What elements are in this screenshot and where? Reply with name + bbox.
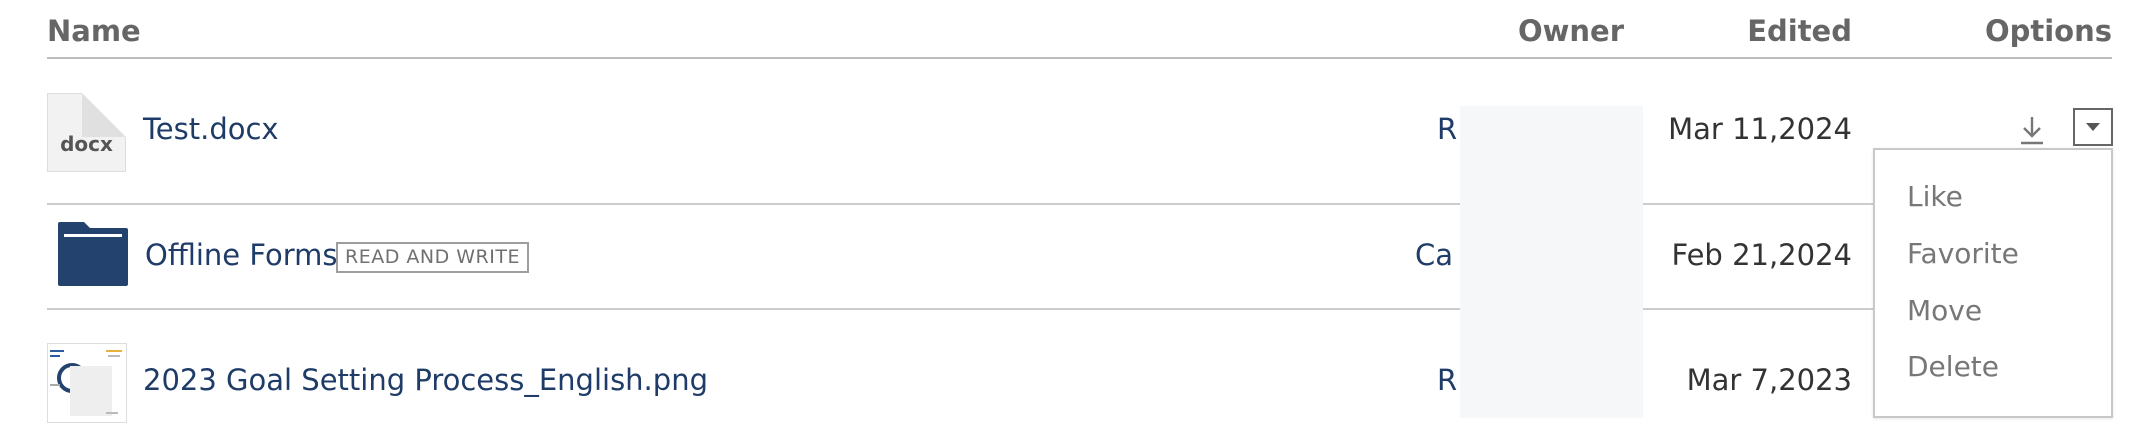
menu-item-delete[interactable]: Delete (1907, 350, 1999, 383)
document-icon[interactable]: docx (47, 93, 126, 172)
row-divider (47, 203, 2112, 205)
download-icon (2021, 117, 2043, 145)
download-button[interactable] (2017, 114, 2047, 146)
column-header-edited[interactable]: Edited (1700, 14, 1852, 48)
owner-link[interactable]: Ca (1415, 238, 1453, 272)
permission-badge: READ AND WRITE (336, 242, 529, 273)
column-header-name[interactable]: Name (47, 14, 141, 48)
menu-item-favorite[interactable]: Favorite (1907, 237, 2019, 270)
edited-date: Feb 21,2024 (1671, 238, 1853, 272)
column-header-owner[interactable]: Owner (1480, 14, 1624, 48)
folder-icon[interactable] (56, 220, 130, 288)
file-extension-label: docx (60, 132, 113, 156)
owner-link[interactable]: R (1437, 363, 1457, 397)
caret-down-icon (2086, 123, 2100, 131)
options-menu: Like Favorite Move Delete (1873, 148, 2113, 418)
row-divider (47, 308, 2112, 310)
file-name-link[interactable]: Test.docx (143, 112, 279, 146)
header-divider (47, 57, 2112, 59)
edited-date: Mar 11,2024 (1668, 112, 1852, 146)
owner-link[interactable]: R (1437, 112, 1457, 146)
page-fold (82, 93, 126, 137)
menu-item-move[interactable]: Move (1907, 294, 1982, 327)
column-header-options: Options (1984, 14, 2112, 48)
menu-item-like[interactable]: Like (1907, 180, 1963, 213)
image-preview-icon (50, 350, 122, 416)
image-thumbnail[interactable] (47, 343, 127, 423)
redacted-owner-area (1460, 106, 1643, 418)
folder-name-link[interactable]: Offline Forms (145, 238, 338, 272)
options-dropdown-button[interactable] (2073, 108, 2113, 146)
file-name-link[interactable]: 2023 Goal Setting Process_English.png (143, 363, 708, 397)
edited-date: Mar 7,2023 (1686, 363, 1852, 397)
